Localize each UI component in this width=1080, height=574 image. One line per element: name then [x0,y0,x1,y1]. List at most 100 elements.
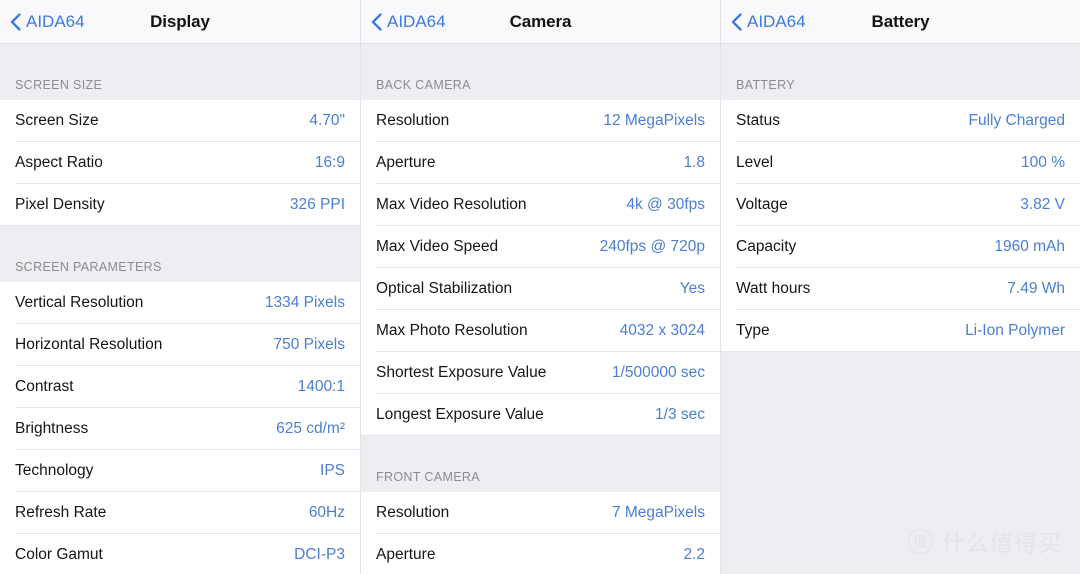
back-button[interactable]: AIDA64 [0,12,85,32]
table-row[interactable]: Contrast 1400:1 [0,366,360,408]
row-value: 100 % [1021,154,1065,171]
table-row[interactable]: Brightness 625 cd/m² [0,408,360,450]
chevron-left-icon [370,12,383,32]
aida64-three-panel-screen: AIDA64 Display SCREEN SIZE Screen Size 4.70"… [0,0,1080,574]
table-row[interactable]: Longest Exposure Value 1/3 sec [361,394,720,436]
row-value: 4.70" [309,112,345,129]
row-value: 7 MegaPixels [611,504,705,521]
panel-display: AIDA64 Display SCREEN SIZE Screen Size 4.70"… [0,0,360,574]
settings-list[interactable]: BATTERY Status Fully Charged Level 100 % Volt… [721,44,1080,574]
table-row[interactable]: Resolution 12 MegaPixels [361,100,720,142]
chevron-left-icon [9,12,22,32]
table-row[interactable]: Aperture 2.2 [361,534,720,574]
back-button[interactable]: AIDA64 [721,12,806,32]
panel-camera: AIDA64 Camera BACK CAMERA Resolution 12 Mega… [360,0,720,574]
table-row[interactable]: Shortest Exposure Value 1/500000 sec [361,352,720,394]
table-row[interactable]: Status Fully Charged [721,100,1080,142]
section-header-label: BATTERY [736,78,795,92]
section-header: SCREEN SIZE [0,44,360,100]
row-value: Li-Ion Polymer [965,322,1065,339]
row-label: Level [736,154,774,171]
chevron-left-icon [730,12,743,32]
row-value: 1.8 [683,154,705,171]
section-header-label: SCREEN PARAMETERS [15,260,162,274]
row-value: 1960 mAh [994,238,1065,255]
row-value: 12 MegaPixels [603,112,705,129]
section-header: SCREEN PARAMETERS [0,226,360,282]
row-value: IPS [320,462,345,479]
section-header: BACK CAMERA [361,44,720,100]
section-header: BATTERY [721,44,1080,100]
row-label: Resolution [376,112,450,129]
section-header-label: FRONT CAMERA [376,470,480,484]
row-value: Yes [679,280,705,297]
settings-list[interactable]: BACK CAMERA Resolution 12 MegaPixels Apertu… [361,44,720,574]
back-button-label: AIDA64 [747,11,806,31]
row-label: Refresh Rate [15,504,107,521]
row-label: Brightness [15,420,89,437]
table-row[interactable]: Max Video Speed 240fps @ 720p [361,226,720,268]
table-row[interactable]: Pixel Density 326 PPI [0,184,360,226]
row-label: Optical Stabilization [376,280,513,297]
row-label: Max Video Speed [376,238,499,255]
row-value: 625 cd/m² [276,420,345,437]
row-label: Color Gamut [15,546,103,563]
table-row[interactable]: Refresh Rate 60Hz [0,492,360,534]
row-label: Pixel Density [15,196,105,213]
back-button-label: AIDA64 [26,11,85,31]
row-label: Status [736,112,780,129]
section-rows: Status Fully Charged Level 100 % Voltage 3.82… [721,100,1080,352]
section-rows: Resolution 7 MegaPixels Aperture 2.2 [361,492,720,574]
table-row[interactable]: Aperture 1.8 [361,142,720,184]
table-row[interactable]: Horizontal Resolution 750 Pixels [0,324,360,366]
table-row[interactable]: Aspect Ratio 16:9 [0,142,360,184]
row-value: DCI-P3 [294,546,345,563]
row-label: Shortest Exposure Value [376,364,547,381]
table-row[interactable]: Vertical Resolution 1334 Pixels [0,282,360,324]
navbar: AIDA64 Display [0,0,360,44]
row-value: 7.49 Wh [1007,280,1065,297]
navbar: AIDA64 Battery [721,0,1080,44]
section-rows: Screen Size 4.70" Aspect Ratio 16:9 Pixel De… [0,100,360,226]
section-header: FRONT CAMERA [361,436,720,492]
row-label: Contrast [15,378,74,395]
row-value: 60Hz [308,504,345,521]
table-row[interactable]: Voltage 3.82 V [721,184,1080,226]
table-row[interactable]: Level 100 % [721,142,1080,184]
row-value: 1/500000 sec [611,364,705,381]
row-label: Capacity [736,238,797,255]
navbar: AIDA64 Camera [361,0,720,44]
row-value: 3.82 V [1020,196,1065,213]
row-label: Horizontal Resolution [15,336,163,353]
table-row[interactable]: Resolution 7 MegaPixels [361,492,720,534]
row-label: Technology [15,462,94,479]
row-label: Max Video Resolution [376,196,527,213]
row-label: Max Photo Resolution [376,322,528,339]
row-value: 4032 x 3024 [619,322,705,339]
section-rows: Vertical Resolution 1334 Pixels Horizontal… [0,282,360,574]
table-row[interactable]: Watt hours 7.49 Wh [721,268,1080,310]
row-value: Fully Charged [968,112,1066,129]
row-value: 2.2 [683,546,705,563]
section-header-label: BACK CAMERA [376,78,471,92]
row-label: Aperture [376,154,436,171]
row-value: 750 Pixels [273,336,345,353]
settings-list[interactable]: SCREEN SIZE Screen Size 4.70" Aspect Ratio 1… [0,44,360,574]
section-header-label: SCREEN SIZE [15,78,103,92]
table-row[interactable]: Type Li-Ion Polymer [721,310,1080,352]
table-row[interactable]: Technology IPS [0,450,360,492]
table-row[interactable]: Screen Size 4.70" [0,100,360,142]
panel-battery: AIDA64 Battery BATTERY Status Fully Charged L… [720,0,1080,574]
table-row[interactable]: Max Photo Resolution 4032 x 3024 [361,310,720,352]
table-row[interactable]: Color Gamut DCI-P3 [0,534,360,574]
table-row[interactable]: Capacity 1960 mAh [721,226,1080,268]
table-row[interactable]: Max Video Resolution 4k @ 30fps [361,184,720,226]
row-label: Vertical Resolution [15,294,144,311]
row-label: Resolution [376,504,450,521]
row-value: 1400:1 [297,378,345,395]
back-button[interactable]: AIDA64 [361,12,446,32]
row-label: Aspect Ratio [15,154,103,171]
table-row[interactable]: Optical Stabilization Yes [361,268,720,310]
row-label: Longest Exposure Value [376,406,544,423]
row-value: 1334 Pixels [264,294,345,311]
